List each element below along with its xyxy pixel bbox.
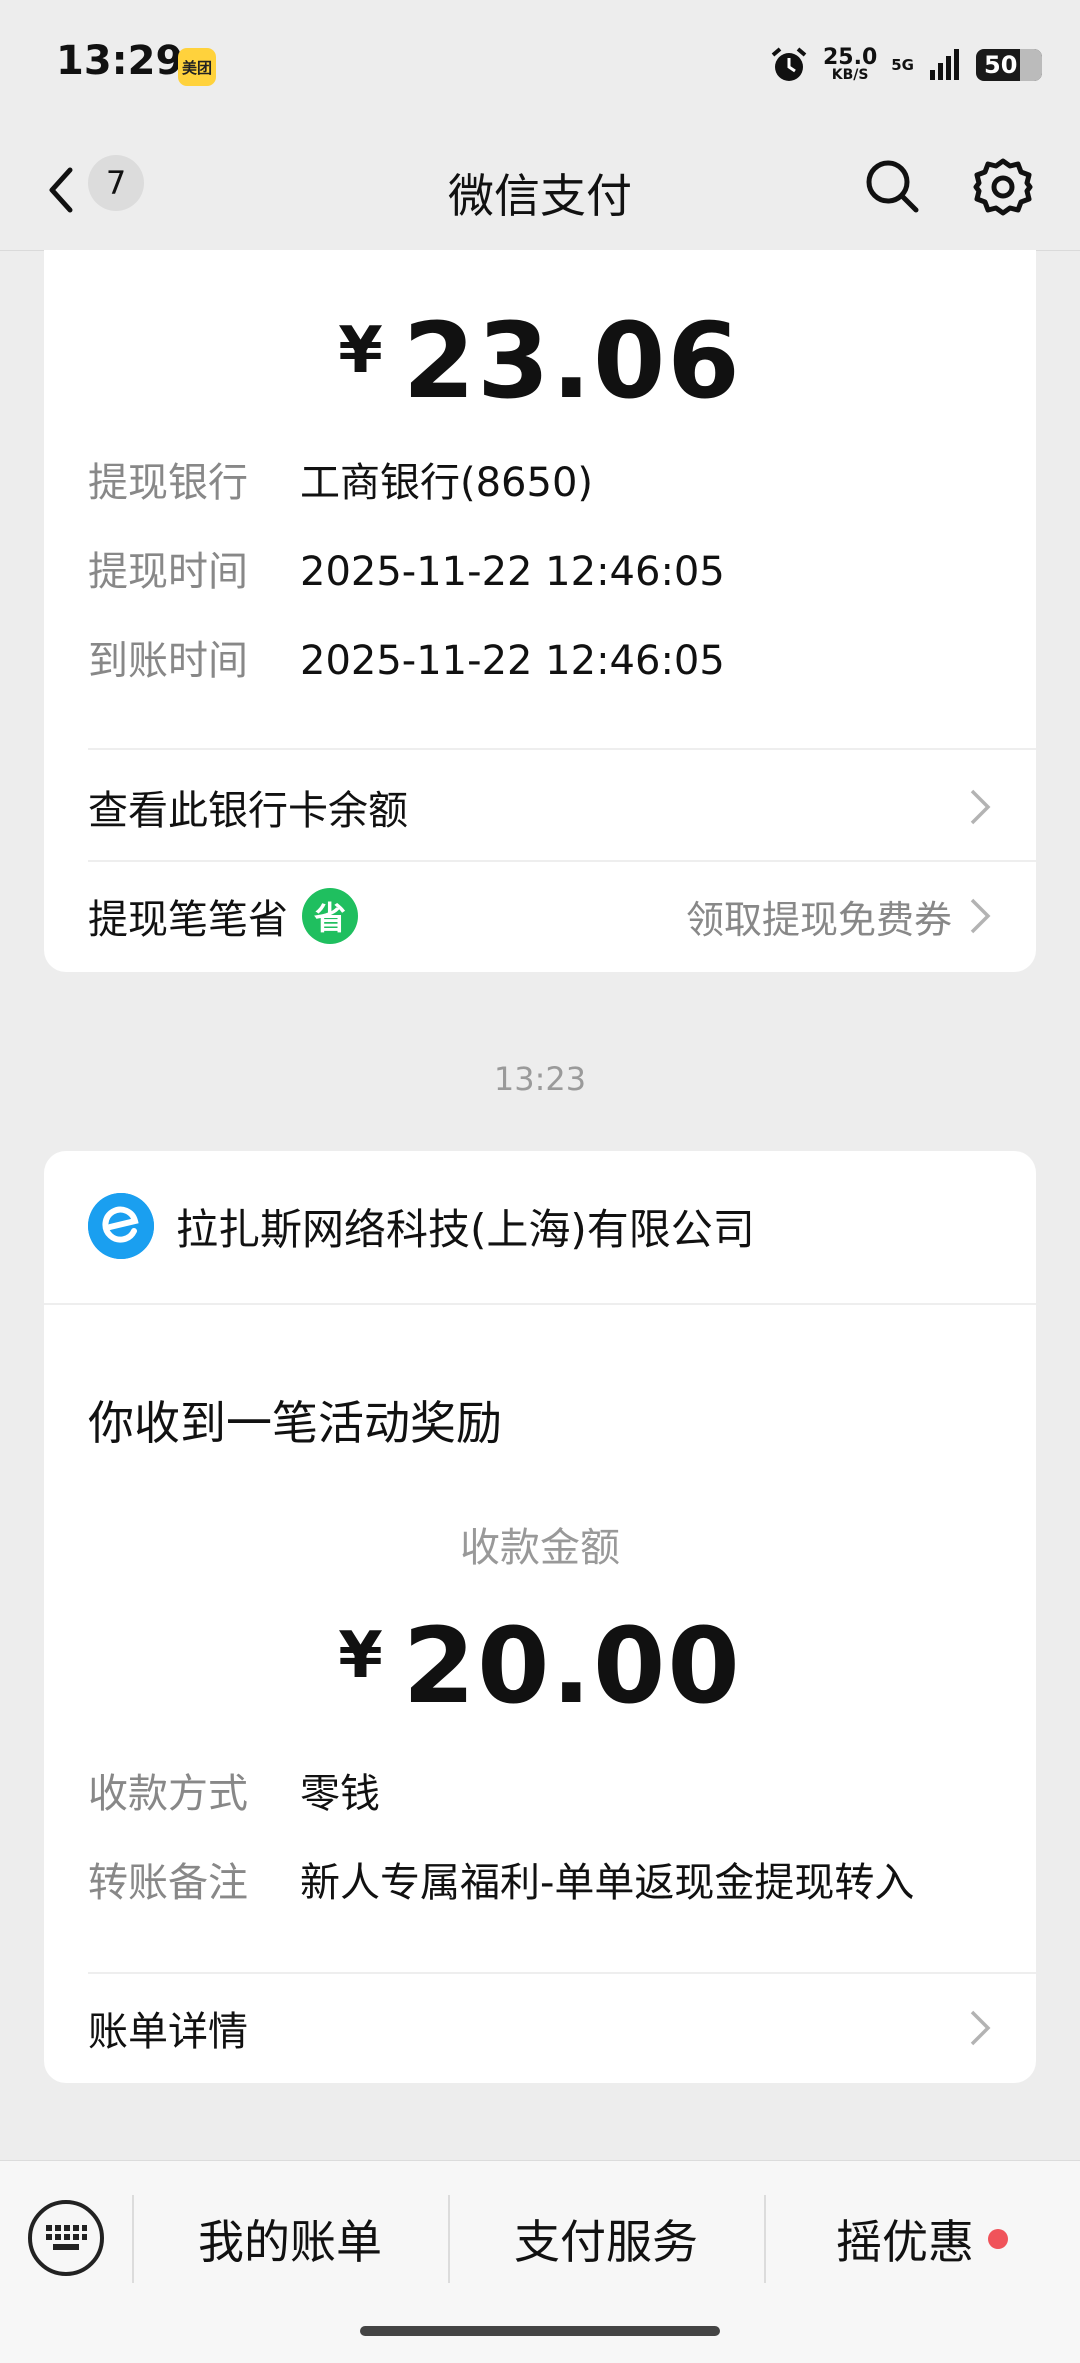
status-time: 13:29: [56, 38, 184, 84]
search-icon[interactable]: [862, 156, 922, 216]
notification-dot: [988, 2229, 1008, 2249]
chevron-right-icon: [970, 789, 991, 825]
bank-balance-link[interactable]: 查看此银行卡余额: [88, 767, 992, 847]
reward-card[interactable]: 拉扎斯网络科技(上海)有限公司 你收到一笔活动奖励 收款金额 ¥20.00 收款…: [44, 1151, 1036, 2083]
keyboard-icon[interactable]: [28, 2200, 104, 2276]
battery-icon: 50: [976, 49, 1042, 81]
save-icon: 省: [302, 888, 358, 944]
message-timestamp: 13:23: [493, 1060, 587, 1098]
amount-label: 收款金额: [460, 1525, 620, 1571]
net-speed: 25.0 KB/S: [822, 45, 878, 83]
detail-row-bank: 提现银行 工商银行(8650): [88, 460, 594, 506]
detail-row-receive-method: 收款方式 零钱: [88, 1771, 380, 1817]
promo-action[interactable]: 领取提现免费券: [686, 889, 952, 944]
merchant-name: 拉扎斯网络科技(上海)有限公司: [176, 1204, 755, 1254]
divider: [88, 860, 1036, 862]
meituan-app-icon: 美团: [178, 48, 216, 86]
home-indicator[interactable]: [360, 2326, 720, 2336]
nav-bar: 7 微信支付: [0, 130, 1080, 251]
signal-icon: [930, 49, 959, 80]
eleme-logo-icon: [88, 1193, 154, 1259]
detail-row-transfer-note: 转账备注 新人专属福利-单单返现金提现转入: [88, 1860, 915, 1906]
network-type: 5G: [891, 56, 914, 74]
detail-row-withdraw-time: 提现时间 2025-11-22 12:46:05: [88, 549, 725, 595]
divider: [88, 748, 1036, 750]
merchant-header[interactable]: 拉扎斯网络科技(上海)有限公司: [88, 1191, 755, 1261]
gear-icon[interactable]: [972, 156, 1034, 218]
status-bar: 13:29 美团 25.0 KB/S 5G 50: [0, 0, 1080, 130]
reward-amount: ¥20.00: [338, 1605, 742, 1727]
withdraw-promo-row[interactable]: 提现笔笔省 省 领取提现免费券: [88, 876, 992, 956]
chevron-right-icon: [970, 898, 991, 934]
bill-detail-link[interactable]: 账单详情: [88, 1988, 992, 2068]
divider: [44, 1303, 1036, 1305]
promo-label: 提现笔笔省: [88, 897, 288, 943]
reward-headline: 你收到一笔活动奖励: [88, 1396, 502, 1450]
tab-my-bills[interactable]: 我的账单: [132, 2195, 448, 2283]
detail-row-arrival-time: 到账时间 2025-11-22 12:46:05: [88, 638, 725, 684]
divider: [88, 1972, 1036, 1974]
tab-shake-deals[interactable]: 摇优惠: [764, 2195, 1080, 2283]
withdraw-card: ¥23.06 提现银行 工商银行(8650) 提现时间 2025-11-22 12:…: [44, 250, 1036, 972]
withdraw-amount: ¥23.06: [338, 300, 742, 422]
chevron-right-icon: [970, 2010, 991, 2046]
alarm-icon: [771, 47, 807, 81]
tab-payment-services[interactable]: 支付服务: [448, 2195, 764, 2283]
